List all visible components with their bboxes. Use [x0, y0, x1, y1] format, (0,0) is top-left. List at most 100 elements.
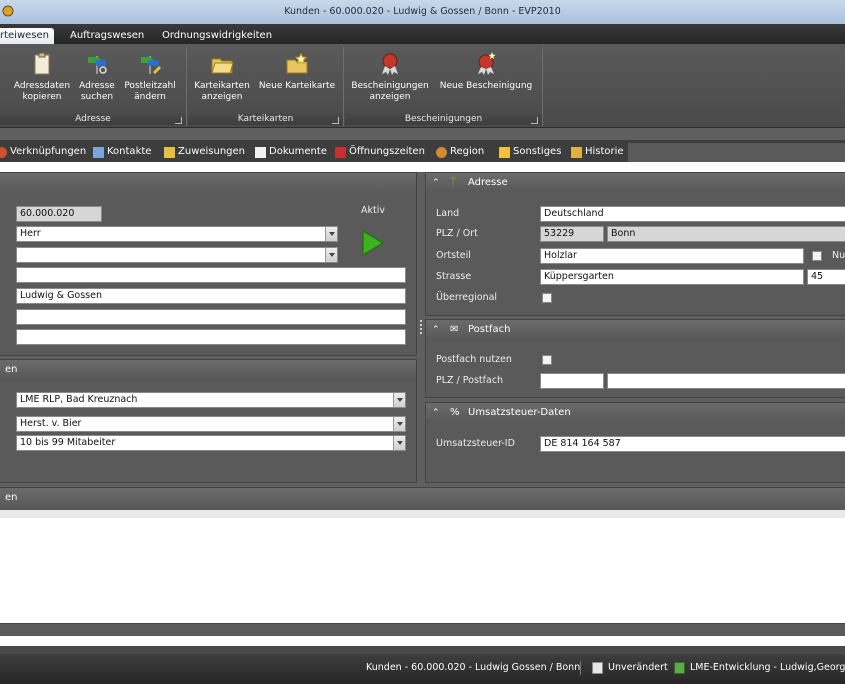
- new-certificate-icon: [478, 52, 496, 75]
- tab-historie[interactable]: Historie: [571, 143, 624, 161]
- signpost-icon: ⍑: [450, 177, 456, 188]
- tab-verknuepfungen[interactable]: Verknüpfungen: [0, 143, 86, 161]
- percent-icon: %: [450, 407, 460, 418]
- neue-bescheinigung-button[interactable]: Neue Bescheinigung: [435, 50, 537, 92]
- tab-sonstiges[interactable]: Sonstiges: [499, 143, 561, 161]
- database-icon: [674, 662, 685, 674]
- calendar-icon: [335, 146, 346, 158]
- strasse-field[interactable]: Küppersgarten: [540, 269, 804, 285]
- plz-postfach-label: PLZ / Postfach: [436, 375, 504, 386]
- dienststelle-select[interactable]: LME RLP, Bad Kreuznach: [16, 392, 406, 408]
- neue-karteikarte-button[interactable]: Neue Karteikarte: [256, 50, 338, 92]
- dialog-launcher-icon[interactable]: [332, 117, 339, 124]
- chevron-down-icon[interactable]: [393, 417, 405, 431]
- ueberregional-label: Überregional: [436, 292, 498, 303]
- certificate-seal-icon: [382, 53, 398, 75]
- panel-subheader: [0, 510, 845, 518]
- tab-zuweisungen[interactable]: Zuweisungen: [164, 143, 245, 161]
- name4-field[interactable]: [16, 329, 406, 345]
- mailbox-icon: ✉: [450, 324, 459, 335]
- land-field[interactable]: Deutschland: [540, 206, 845, 222]
- collapse-icon[interactable]: ⌃: [432, 403, 440, 423]
- umsatzsteuer-id-label: Umsatzsteuer-ID: [436, 438, 515, 449]
- plz-field[interactable]: 53229: [540, 226, 604, 242]
- collapse-icon[interactable]: ⌃: [432, 320, 440, 340]
- karteikarten-anzeigen-button[interactable]: Karteikarten anzeigen: [192, 50, 252, 103]
- chevron-down-icon[interactable]: [393, 393, 405, 407]
- ribbon-tab-bar: rteiwesen Auftragswesen Ordnungswidrigke…: [0, 24, 845, 44]
- panel-header: en: [0, 360, 416, 380]
- panel-header[interactable]: ⌃ ✉ Postfach: [426, 320, 845, 340]
- status-state: Unverändert: [608, 662, 668, 673]
- branche-select[interactable]: Herst. v. Bier: [16, 416, 406, 432]
- ribbon-group-label: Adresse: [0, 113, 186, 125]
- tab-kontakte[interactable]: Kontakte: [93, 143, 151, 161]
- umsatzsteuer-id-field[interactable]: DE 814 164 587: [540, 436, 845, 452]
- kundennummer-field[interactable]: 60.000.020: [16, 206, 102, 222]
- adressdaten-kopieren-button[interactable]: Adressdaten kopieren: [12, 50, 72, 103]
- anrede-select[interactable]: Herr: [16, 226, 338, 242]
- postleitzahl-aendern-button[interactable]: Postleitzahl ändern: [122, 50, 178, 103]
- chevron-down-icon[interactable]: [393, 436, 405, 450]
- active-play-icon[interactable]: [361, 229, 385, 257]
- tab-auftragswesen[interactable]: Auftragswesen: [64, 28, 150, 44]
- folder-open-icon: [211, 58, 234, 74]
- window-title: Kunden - 60.000.020 - Ludwig & Gossen / …: [284, 6, 561, 17]
- splitter-handle[interactable]: [420, 320, 422, 334]
- aktiv-label: Aktiv: [361, 205, 385, 216]
- document-status-icon: [592, 662, 603, 674]
- ueberregional-checkbox[interactable]: [542, 293, 552, 303]
- nu-checkbox[interactable]: [812, 251, 822, 261]
- hausnummer-field[interactable]: 45: [807, 269, 845, 285]
- new-card-icon: [286, 52, 308, 74]
- mitarbeiter-select[interactable]: 10 bis 99 Mitabeiter: [16, 435, 406, 451]
- panel-header[interactable]: ⌃ ⍑ Adresse: [426, 173, 845, 193]
- clipboard-icon: [34, 52, 50, 75]
- status-bar: Kunden - 60.000.020 - Ludwig Gossen / Bo…: [0, 654, 845, 684]
- collapse-icon[interactable]: ⌃: [432, 173, 440, 193]
- bemerkungen-panel: en: [0, 487, 845, 624]
- content-footer: [0, 646, 845, 654]
- signpost-search-icon: [88, 56, 107, 74]
- postfach-nummer-field[interactable]: [607, 373, 845, 389]
- content-separator: [0, 162, 845, 172]
- chevron-down-icon[interactable]: [325, 248, 337, 262]
- chevron-down-icon[interactable]: [325, 227, 337, 241]
- tab-ordnungswidrigkeiten[interactable]: Ordnungswidrigkeiten: [156, 28, 278, 44]
- ribbon-group-adresse: Adressdaten kopieren Adresse suchen Post…: [0, 46, 187, 126]
- horizontal-scrollbar[interactable]: [0, 624, 845, 636]
- tab-karteiwesen[interactable]: rteiwesen: [0, 28, 54, 44]
- plz-ort-label: PLZ / Ort: [436, 228, 478, 239]
- panel-header[interactable]: ⌃ % Umsatzsteuer-Daten: [426, 403, 845, 423]
- name2-field[interactable]: Ludwig & Gossen: [16, 288, 406, 304]
- tab-bar-filler: [628, 143, 845, 162]
- panel-header: en: [0, 488, 845, 510]
- postfach-plz-field[interactable]: [540, 373, 604, 389]
- postfach-nutzen-checkbox[interactable]: [542, 355, 552, 365]
- ribbon-group-label: Karteikarten: [188, 113, 343, 125]
- record-tab-bar: Verknüpfungen Kontakte Zuweisungen Dokum…: [0, 140, 845, 162]
- tab-oeffnungszeiten[interactable]: Öffnungszeiten: [335, 143, 425, 161]
- dialog-launcher-icon[interactable]: [175, 117, 182, 124]
- ribbon-group-label: Bescheinigungen: [345, 113, 542, 125]
- postfach-nutzen-label: Postfach nutzen: [436, 354, 512, 365]
- ortsteil-label: Ortsteil: [436, 250, 471, 261]
- app-icon[interactable]: [2, 5, 14, 17]
- name3-field[interactable]: [16, 309, 406, 325]
- tab-dokumente[interactable]: Dokumente: [255, 143, 327, 161]
- ortsteil-field[interactable]: Holzlar: [540, 248, 804, 264]
- contacts-icon: [93, 146, 104, 158]
- content-footer-gap: [0, 636, 845, 646]
- zuordnung-panel: en LME RLP, Bad Kreuznach Herst. v. Bier…: [0, 359, 417, 483]
- adresse-suchen-button[interactable]: Adresse suchen: [77, 50, 117, 103]
- dialog-launcher-icon[interactable]: [531, 117, 538, 124]
- stammdaten-panel: 60.000.020 Herr Ludwig & Gossen Aktiv: [0, 172, 417, 356]
- tab-region[interactable]: Region: [436, 143, 484, 161]
- ort-field[interactable]: Bonn: [607, 226, 845, 242]
- titel-select[interactable]: [16, 247, 338, 263]
- name1-field[interactable]: [16, 267, 406, 283]
- bescheinigungen-anzeigen-button[interactable]: Bescheinigungen anzeigen: [349, 50, 431, 103]
- ribbon-group-karteikarten: Karteikarten anzeigen Neue Karteikarte K…: [188, 46, 344, 126]
- signpost-edit-icon: [141, 56, 161, 74]
- strasse-label: Strasse: [436, 271, 472, 282]
